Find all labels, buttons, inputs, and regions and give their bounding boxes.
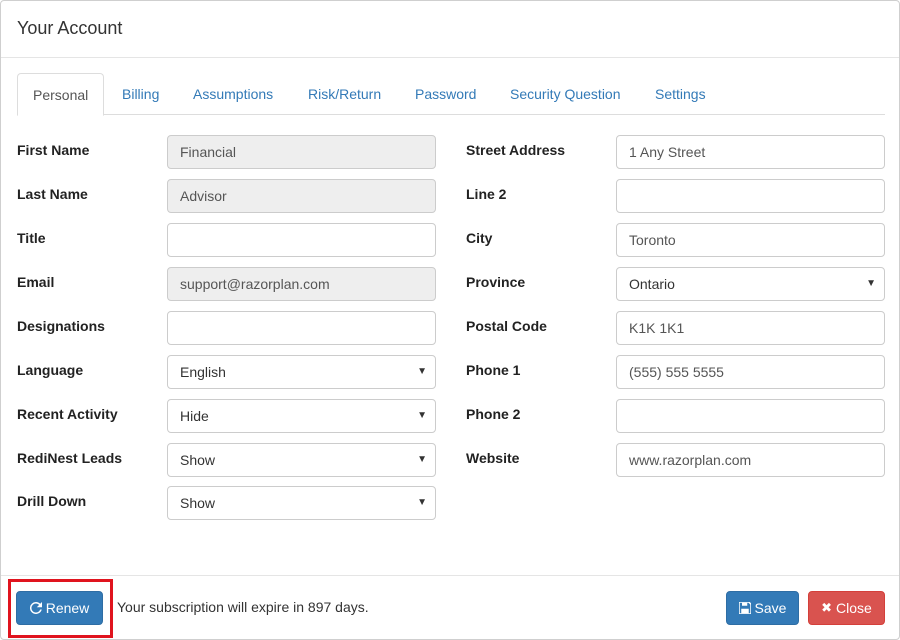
designations-input[interactable] — [167, 311, 436, 345]
phone2-label: Phone 2 — [466, 406, 521, 422]
floppy-disk-icon — [737, 592, 752, 626]
drill-down-select[interactable]: Show ▼ — [167, 486, 436, 520]
redinest-leads-select-value: Show — [180, 452, 216, 468]
language-select-value: English — [180, 364, 226, 380]
last-name-label: Last Name — [17, 186, 88, 202]
last-name-input[interactable]: Advisor — [167, 179, 436, 213]
recent-activity-label: Recent Activity — [17, 406, 118, 422]
province-label: Province — [466, 274, 526, 290]
modal-header: Your Account — [1, 1, 899, 58]
postal-code-label: Postal Code — [466, 318, 547, 334]
street-address-label: Street Address — [466, 142, 566, 158]
caret-down-icon: ▼ — [417, 366, 427, 377]
account-tabs: Personal Billing Assumptions Risk/Return… — [17, 73, 885, 116]
province-select-value: Ontario — [629, 276, 675, 292]
tab-risk-return[interactable]: Risk/Return — [308, 73, 381, 115]
title-label: Title — [17, 230, 46, 246]
save-button-label: Save — [754, 600, 787, 616]
postal-code-input[interactable]: K1K 1K1 — [616, 311, 885, 345]
close-button-label: Close — [836, 600, 872, 616]
line2-input[interactable] — [616, 179, 885, 213]
designations-label: Designations — [17, 318, 105, 334]
redinest-leads-label: RediNest Leads — [17, 450, 123, 466]
caret-down-icon: ▼ — [417, 497, 427, 508]
drill-down-label: Drill Down — [17, 493, 87, 509]
subscription-expiry-text: Your subscription will expire in 897 day… — [117, 599, 369, 615]
tab-settings[interactable]: Settings — [655, 73, 706, 115]
redinest-leads-select[interactable]: Show ▼ — [167, 443, 436, 477]
province-select[interactable]: Ontario ▼ — [616, 267, 885, 301]
language-select[interactable]: English ▼ — [167, 355, 436, 389]
website-label: Website — [466, 450, 520, 466]
tab-security-question[interactable]: Security Question — [510, 73, 621, 115]
modal-title: Your Account — [17, 18, 123, 38]
phone1-label: Phone 1 — [466, 362, 521, 378]
phone1-input[interactable]: (555) 555 5555 — [616, 355, 885, 389]
recent-activity-select-value: Hide — [180, 408, 209, 424]
line2-label: Line 2 — [466, 186, 507, 202]
caret-down-icon: ▼ — [417, 410, 427, 421]
first-name-input[interactable]: Financial — [167, 135, 436, 169]
street-address-input[interactable]: 1 Any Street — [616, 135, 885, 169]
city-input[interactable]: Toronto — [616, 223, 885, 257]
recent-activity-select[interactable]: Hide ▼ — [167, 399, 436, 433]
close-icon: ✖ — [821, 600, 833, 615]
caret-down-icon: ▼ — [866, 278, 876, 289]
email-input[interactable]: support@razorplan.com — [167, 267, 436, 301]
email-label: Email — [17, 274, 55, 290]
tab-billing[interactable]: Billing — [122, 73, 159, 115]
language-label: Language — [17, 362, 84, 378]
city-label: City — [466, 230, 493, 246]
tab-assumptions[interactable]: Assumptions — [193, 73, 273, 115]
renew-highlight-box — [8, 579, 113, 638]
first-name-label: First Name — [17, 142, 90, 158]
save-button[interactable]: Save — [726, 591, 799, 625]
close-button[interactable]: ✖ Close — [808, 591, 885, 625]
drill-down-select-value: Show — [180, 495, 216, 511]
website-input[interactable]: www.razorplan.com — [616, 443, 885, 477]
account-modal: Your Account Personal Billing Assumption… — [0, 0, 900, 640]
phone2-input[interactable] — [616, 399, 885, 433]
tab-password[interactable]: Password — [415, 73, 476, 115]
tab-personal[interactable]: Personal — [17, 73, 105, 116]
caret-down-icon: ▼ — [417, 454, 427, 465]
title-input[interactable] — [167, 223, 436, 257]
